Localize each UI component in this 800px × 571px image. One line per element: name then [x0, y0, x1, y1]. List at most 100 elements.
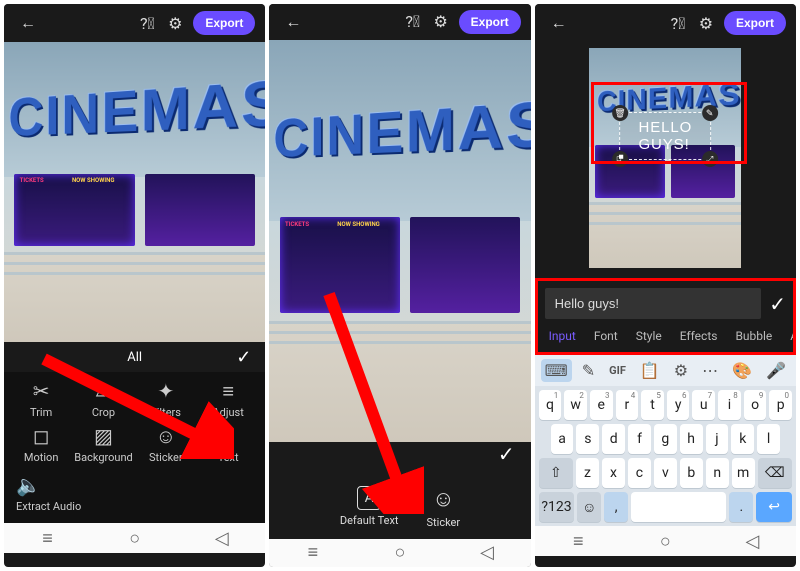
key-b[interactable]: b	[680, 458, 703, 488]
tool-sticker[interactable]: ☺Sticker	[135, 425, 197, 464]
gear-icon[interactable]: ⚙	[161, 9, 189, 37]
mic-icon[interactable]: 🎤	[762, 359, 790, 382]
motion-icon: ◻	[33, 425, 50, 447]
key-m[interactable]: m	[732, 458, 755, 488]
more-icon[interactable]: ⋯	[698, 359, 722, 382]
ticket-sign: TICKETS	[285, 221, 309, 228]
tool-extract-audio[interactable]: 🔈 Extract Audio	[16, 474, 253, 513]
help-icon[interactable]: ?⃝	[133, 9, 161, 37]
key-[interactable]: ,	[604, 492, 628, 522]
gear-icon[interactable]: ⚙	[427, 8, 455, 36]
tool-crop[interactable]: ▱Crop	[72, 380, 134, 419]
key-w[interactable]: w2	[564, 390, 587, 420]
tab-font[interactable]: Font	[594, 329, 618, 343]
key-f[interactable]: f	[628, 424, 651, 454]
back-icon[interactable]: ←	[279, 8, 307, 36]
back-icon[interactable]: ←	[545, 9, 573, 37]
key-i[interactable]: i8	[718, 390, 741, 420]
help-icon[interactable]: ?⃝	[399, 8, 427, 36]
back-icon[interactable]: ←	[14, 9, 42, 37]
key-r[interactable]: r4	[616, 390, 639, 420]
settings-icon[interactable]: ⚙	[670, 359, 692, 382]
export-button[interactable]: Export	[459, 10, 521, 34]
key-u[interactable]: u7	[692, 390, 715, 420]
tool-adjust[interactable]: ≡Adjust	[197, 380, 259, 419]
key-g[interactable]: g	[654, 424, 677, 454]
back-nav-icon[interactable]: ◁	[475, 542, 499, 563]
topbar: ← ?⃝ ⚙ Export	[4, 4, 265, 42]
key-z[interactable]: z	[576, 458, 599, 488]
tab-input[interactable]: Input	[549, 329, 576, 343]
key-v[interactable]: v	[654, 458, 677, 488]
video-preview[interactable]: TICKETS NOW SHOWING CINEMAS	[4, 42, 265, 342]
category-row: All ✓	[4, 342, 265, 372]
scale-handle-icon[interactable]: ⤢	[702, 151, 718, 167]
confirm-icon[interactable]: ✓	[769, 292, 786, 316]
home-icon[interactable]: ○	[653, 531, 677, 552]
text-overlay[interactable]: HELLO GUYS! 🗑 ✎ ⮻ ⤢	[619, 112, 711, 160]
key-123[interactable]: ?123	[539, 492, 575, 522]
video-preview[interactable]: TICKETS NOW SHOWING CINEMAS	[269, 40, 530, 442]
tab-animation[interactable]: Animation	[790, 329, 796, 343]
key-y[interactable]: y6	[667, 390, 690, 420]
key-l[interactable]: l	[757, 424, 780, 454]
tab-bubble[interactable]: Bubble	[735, 329, 772, 343]
picker-default-text[interactable]: A Default Text	[340, 486, 399, 529]
keyboard-mode-icon[interactable]: ⌨	[541, 359, 572, 382]
key-[interactable]: ⌫	[758, 458, 792, 488]
text-tabs: Input Font Style Effects Bubble Animatio…	[545, 319, 786, 345]
confirm-icon[interactable]: ✓	[236, 347, 251, 368]
clipboard-icon[interactable]: 📋	[636, 359, 664, 382]
key-q[interactable]: q1	[539, 390, 562, 420]
recent-apps-icon[interactable]: ≡	[36, 528, 60, 549]
key-d[interactable]: d	[602, 424, 625, 454]
key-[interactable]	[631, 492, 726, 522]
ticket-sign: TICKETS	[20, 177, 44, 184]
home-icon[interactable]: ○	[388, 542, 412, 563]
tool-background[interactable]: ▨Background	[72, 425, 134, 464]
key-c[interactable]: c	[628, 458, 651, 488]
recent-apps-icon[interactable]: ≡	[301, 542, 325, 563]
key-h[interactable]: h	[680, 424, 703, 454]
key-[interactable]: .	[729, 492, 753, 522]
delete-handle-icon[interactable]: 🗑	[612, 105, 628, 121]
key-t[interactable]: t5	[641, 390, 664, 420]
back-nav-icon[interactable]: ◁	[740, 531, 764, 552]
help-icon[interactable]: ?⃝	[664, 9, 692, 37]
key-x[interactable]: x	[602, 458, 625, 488]
recent-apps-icon[interactable]: ≡	[566, 531, 590, 552]
copy-handle-icon[interactable]: ⮻	[612, 151, 628, 167]
back-nav-icon[interactable]: ◁	[210, 528, 234, 549]
tool-motion[interactable]: ◻Motion	[10, 425, 72, 464]
home-icon[interactable]: ○	[123, 528, 147, 549]
theme-icon[interactable]: 🎨	[728, 359, 756, 382]
export-button[interactable]: Export	[193, 11, 255, 35]
picker-sticker[interactable]: ☺ Sticker	[427, 486, 461, 529]
key-[interactable]: ☺	[577, 492, 601, 522]
tool-filters[interactable]: ✦Filters	[135, 380, 197, 419]
key-s[interactable]: s	[576, 424, 599, 454]
key-o[interactable]: o9	[744, 390, 767, 420]
export-button[interactable]: Export	[724, 11, 786, 35]
confirm-icon[interactable]: ✓	[498, 442, 515, 466]
key-k[interactable]: k	[731, 424, 754, 454]
video-preview[interactable]: CINEMAS HELLO GUYS! 🗑 ✎ ⮻ ⤢	[589, 48, 741, 268]
key-e[interactable]: e3	[590, 390, 613, 420]
key-a[interactable]: a	[551, 424, 574, 454]
tab-effects[interactable]: Effects	[680, 329, 718, 343]
category-label[interactable]: All	[127, 350, 142, 365]
text-input[interactable]	[545, 288, 762, 319]
tool-trim[interactable]: ✂Trim	[10, 380, 72, 419]
gif-icon[interactable]: GIF	[605, 362, 630, 379]
key-[interactable]: ↩	[756, 492, 792, 522]
gear-icon[interactable]: ⚙	[692, 9, 720, 37]
tool-text[interactable]: TText	[197, 425, 259, 464]
key-j[interactable]: j	[706, 424, 729, 454]
key-n[interactable]: n	[706, 458, 729, 488]
handwriting-icon[interactable]: ✎	[578, 359, 599, 382]
key-[interactable]: ⇧	[539, 458, 573, 488]
edit-handle-icon[interactable]: ✎	[702, 105, 718, 121]
tab-style[interactable]: Style	[636, 329, 662, 343]
key-p[interactable]: p0	[769, 390, 792, 420]
screen-3-text-input: ← ?⃝ ⚙ Export CINEMAS HELLO GUYS! 🗑 ✎ ⮻ …	[535, 4, 796, 567]
